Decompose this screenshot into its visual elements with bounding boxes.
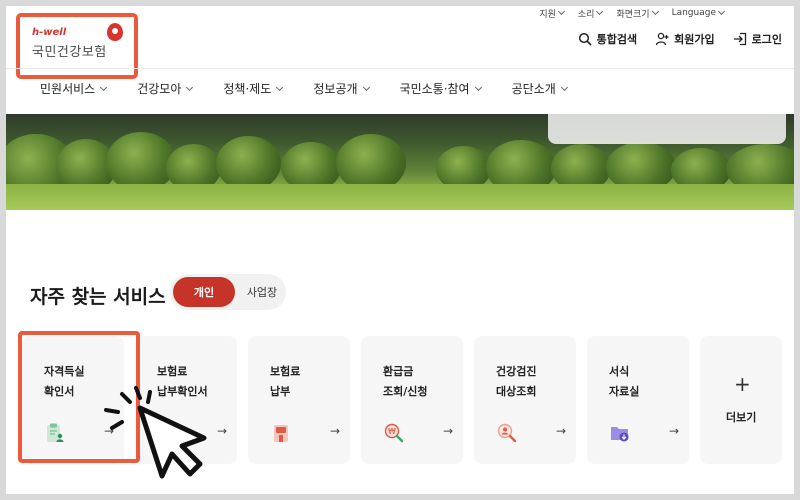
login-icon [733, 32, 746, 46]
toggle-business[interactable]: 사업장 [240, 277, 284, 307]
main-nav: 민원서비스 건강모아 정책·제도 정보공개 국민소통·참여 공단소개 [40, 80, 568, 97]
banner-overlay-card [548, 114, 786, 144]
banner-grass [6, 184, 794, 210]
logo-brand-ko: 국민건강보험 [32, 45, 107, 60]
user-plus-icon [655, 32, 669, 46]
nav-item-disclosure[interactable]: 정보공개 [313, 80, 370, 97]
service-card-label: 보험료 납부 [270, 365, 301, 398]
more-services-button[interactable]: + 더보기 [700, 336, 782, 464]
chevron-down-icon [362, 83, 370, 91]
arrow-right-icon: → [217, 424, 228, 438]
service-card-forms-library[interactable]: 서식 자료실 → [587, 336, 689, 464]
nav-label: 민원서비스 [40, 82, 96, 96]
nav-label: 건강모아 [137, 82, 182, 96]
plus-icon: + [734, 372, 751, 396]
action-label: 통합검색 [596, 33, 638, 46]
utility-bar: 지원 소리 화면크기 Language [539, 6, 726, 20]
hero-banner-image [6, 114, 794, 210]
chevron-down-icon [596, 7, 604, 16]
login-link[interactable]: 로그인 [733, 31, 782, 47]
service-card-health-checkup[interactable]: 건강검진 대상조회 → [474, 336, 576, 464]
folder-download-icon [611, 427, 629, 442]
utility-item-screen-size[interactable]: 화면크기 [616, 7, 659, 20]
service-card-label: 서식 자료실 [609, 365, 640, 398]
utility-item-sound[interactable]: 소리 [577, 7, 604, 20]
nav-label: 국민소통·참여 [399, 82, 470, 96]
magnifier-coin-icon: ₩ [384, 423, 404, 443]
search-icon [578, 32, 592, 46]
action-label: 회원가입 [674, 33, 715, 46]
utility-item-support[interactable]: 지원 [539, 7, 565, 20]
chevron-down-icon [717, 7, 726, 16]
arrow-right-icon: → [443, 424, 454, 438]
heart-icon [107, 23, 123, 41]
site-logo[interactable]: h-well 국민건강보험 [16, 13, 138, 79]
utility-label: 화면크기 [616, 9, 650, 20]
action-label: 로그인 [751, 33, 782, 46]
chevron-down-icon [474, 83, 482, 91]
banner-tree [216, 136, 281, 191]
service-card-premium-payment[interactable]: 보험료 납부 → [248, 336, 350, 464]
utility-label: 지원 [539, 9, 556, 20]
arrow-right-icon: → [669, 424, 680, 438]
chevron-down-icon [557, 7, 565, 16]
integrated-search-link[interactable]: 통합검색 [578, 31, 637, 47]
service-card-label: 환급금 조회/신청 [383, 365, 428, 398]
payment-terminal-icon [274, 425, 288, 442]
click-cursor-icon [104, 386, 207, 479]
chevron-down-icon [651, 7, 659, 16]
service-type-toggle: 개인 사업장 [170, 274, 286, 310]
utility-label: 소리 [577, 9, 595, 20]
nav-item-participation[interactable]: 국민소통·참여 [399, 80, 482, 97]
banner-tree [106, 132, 176, 192]
chevron-down-icon [186, 83, 194, 91]
nav-label: 정보공개 [313, 82, 358, 96]
nav-item-civil-service[interactable]: 민원서비스 [40, 80, 108, 97]
toggle-individual[interactable]: 개인 [173, 277, 235, 307]
chevron-down-icon [100, 83, 108, 91]
logo-brand-en: h-well [32, 27, 67, 38]
chevron-down-icon [560, 83, 568, 91]
nav-item-about[interactable]: 공단소개 [511, 80, 568, 97]
svg-text:₩: ₩ [388, 427, 396, 436]
utility-label: Language [671, 8, 716, 18]
header-divider [6, 68, 794, 69]
browser-viewport: 지원 소리 화면크기 Language h-well 국민건강보험 통합검색 회… [6, 6, 794, 494]
frequent-services-title: 자주 찾는 서비스 [30, 286, 166, 308]
arrow-right-icon: → [330, 424, 341, 438]
nav-item-policy[interactable]: 정책·제도 [223, 80, 284, 97]
signup-link[interactable]: 회원가입 [655, 31, 715, 47]
service-card-label: 건강검진 대상조회 [496, 365, 537, 398]
nav-item-health-moa[interactable]: 건강모아 [137, 80, 194, 97]
service-card-refund-inquiry[interactable]: 환급금 조회/신청 ₩ → [361, 336, 463, 464]
chevron-down-icon [276, 83, 284, 91]
utility-item-language[interactable]: Language [671, 7, 726, 18]
nav-label: 정책·제도 [223, 82, 272, 96]
magnifier-person-icon [497, 423, 517, 443]
more-label: 더보기 [726, 411, 757, 424]
nav-label: 공단소개 [511, 82, 556, 96]
header-actions: 통합검색 회원가입 로그인 [578, 31, 782, 47]
arrow-right-icon: → [556, 424, 567, 438]
